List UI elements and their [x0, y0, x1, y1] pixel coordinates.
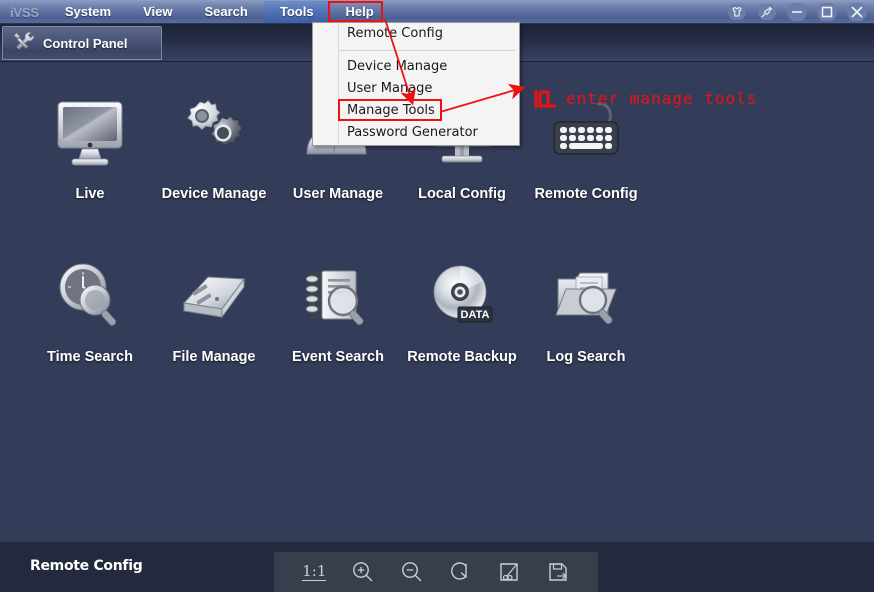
ivss-control-panel-window: iVSS System View Search Tools Help Contr…	[0, 0, 874, 592]
menu-item-remote-config[interactable]: Remote Config	[313, 23, 519, 45]
binder-icon	[171, 253, 257, 339]
menu-separator	[339, 50, 515, 51]
shortcut-row-2: Time Search File Manage Event Search DAT…	[0, 253, 874, 365]
shortcut-live[interactable]: Live	[28, 90, 152, 202]
window-controls	[722, 0, 872, 24]
menu-item-view[interactable]: View	[127, 1, 188, 23]
maximize-icon[interactable]	[812, 1, 842, 23]
close-icon[interactable]	[842, 1, 872, 23]
crop-button[interactable]	[492, 557, 526, 587]
zoom-out-button[interactable]	[395, 557, 429, 587]
shortcut-time-search[interactable]: Time Search	[28, 253, 152, 365]
notebook-search-icon	[295, 253, 381, 339]
actual-size-label: 1:1	[302, 562, 327, 581]
shortcut-label: Local Config	[418, 186, 506, 202]
pin-icon[interactable]	[752, 1, 782, 23]
image-toolbar: 1:1	[274, 552, 598, 592]
shortcut-label: Time Search	[47, 349, 133, 365]
shortcut-label: Remote Backup	[407, 349, 517, 365]
shortcut-event-search[interactable]: Event Search	[276, 253, 400, 365]
shortcut-label: User Manage	[292, 186, 384, 202]
shortcut-label: Live	[75, 186, 105, 202]
tab-label: Control Panel	[43, 35, 128, 51]
disc-data-icon: DATA	[419, 253, 505, 339]
folder-search-icon	[543, 253, 629, 339]
shortcut-log-search[interactable]: Log Search	[524, 253, 648, 365]
menu-item-manage-tools[interactable]: Manage Tools	[313, 100, 519, 122]
gears-icon	[171, 90, 257, 176]
shortcut-label: Log Search	[546, 349, 626, 365]
menu-item-search[interactable]: Search	[188, 1, 263, 23]
shortcut-file-manage[interactable]: File Manage	[152, 253, 276, 365]
svg-text:DATA: DATA	[461, 309, 490, 321]
shortcut-label: Device Manage	[161, 186, 267, 202]
tab-control-panel[interactable]: Control Panel	[2, 26, 162, 60]
minimize-icon[interactable]	[782, 1, 812, 23]
skin-icon[interactable]	[722, 1, 752, 23]
save-button[interactable]	[541, 557, 575, 587]
app-brand: iVSS	[10, 4, 39, 20]
rotate-button[interactable]	[443, 557, 477, 587]
menu-item-password-generator[interactable]: Password Generator	[313, 122, 519, 144]
menu-item-system[interactable]: System	[49, 1, 127, 23]
shortcut-remote-backup[interactable]: DATA Remote Backup	[400, 253, 524, 365]
menu-items: iVSS System View Search Tools Help	[0, 0, 390, 24]
status-bar-title: Remote Config	[30, 558, 143, 574]
tools-dropdown-menu: Remote Config Device Manage User Manage …	[312, 22, 520, 146]
annotation-text: enter manage tools	[566, 89, 758, 108]
status-bar: Remote Config 1:1	[0, 542, 874, 592]
monitor-icon	[47, 90, 133, 176]
menu-item-device-manage[interactable]: Device Manage	[313, 56, 519, 78]
menu-item-user-manage[interactable]: User Manage	[313, 78, 519, 100]
menu-bar: iVSS System View Search Tools Help	[0, 0, 874, 24]
shortcut-label: File Manage	[172, 349, 256, 365]
clock-search-icon	[47, 253, 133, 339]
shortcut-label: Event Search	[292, 349, 384, 365]
menu-item-help[interactable]: Help	[330, 1, 390, 23]
menu-item-list: Remote Config Device Manage User Manage …	[313, 23, 519, 144]
shortcut-device-manage[interactable]: Device Manage	[152, 90, 276, 202]
shortcut-label: Remote Config	[534, 186, 638, 202]
zoom-in-button[interactable]	[346, 557, 380, 587]
tools-icon	[11, 29, 37, 58]
menu-item-tools[interactable]: Tools	[263, 1, 330, 23]
actual-size-button[interactable]: 1:1	[297, 557, 331, 587]
